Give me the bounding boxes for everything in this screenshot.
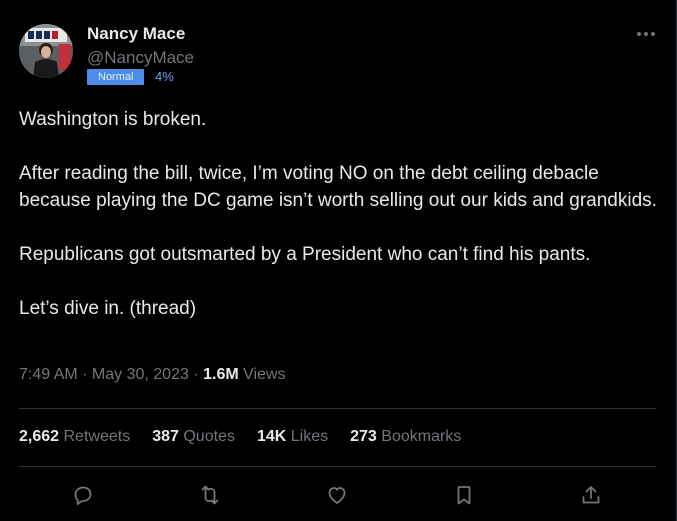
quotes-count: 387 (152, 428, 179, 445)
bookmarks-count: 273 (350, 428, 377, 445)
retweet-icon (201, 485, 219, 505)
divider (19, 466, 656, 467)
meta-separator: · (77, 366, 92, 383)
divider (19, 408, 656, 409)
bookmarks-stat[interactable]: 273 Bookmarks (350, 428, 461, 446)
likes-stat[interactable]: 14K Likes (257, 428, 328, 446)
engagement-stats: 2,662 Retweets 387 Quotes 14K Likes 273 … (19, 426, 483, 448)
tweet-paragraph: Republicans got outsmarted by a Presiden… (19, 244, 591, 265)
status-badge: Normal (87, 69, 145, 85)
tweet-paragraph: Washington is broken. (19, 109, 207, 130)
tweet-paragraph: Let’s dive in. (thread) (19, 298, 197, 319)
share-button[interactable] (576, 480, 606, 510)
quotes-label: Quotes (183, 428, 235, 445)
bookmark-icon (457, 486, 471, 505)
heart-icon (328, 487, 346, 504)
likes-count: 14K (256, 428, 287, 445)
share-upload-icon (582, 486, 600, 504)
bookmarks-label: Bookmarks (381, 428, 462, 445)
avatar-photo (19, 24, 73, 78)
tweet-text: Washington is broken. After reading the … (19, 106, 659, 322)
quotes-stat[interactable]: 387 Quotes (152, 428, 235, 446)
retweets-label: Retweets (63, 428, 131, 445)
percent-label: 4% (155, 69, 174, 84)
action-bar (0, 480, 677, 510)
views-count: 1.6M (203, 366, 239, 383)
author-name[interactable]: Nancy Mace (87, 24, 185, 44)
meta-separator: · (188, 366, 204, 383)
reply-button[interactable] (68, 480, 98, 510)
retweets-stat[interactable]: 2,662 Retweets (19, 428, 130, 446)
tweet-meta: 7:49 AM · May 30, 2023 · 1.6M Views (19, 366, 286, 384)
more-options-button[interactable] (634, 22, 658, 46)
like-button[interactable] (322, 480, 352, 510)
more-horizontal-icon (637, 32, 655, 36)
views-label: Views (243, 366, 286, 383)
likes-label: Likes (290, 428, 329, 445)
reply-bubble-icon (74, 486, 92, 505)
avatar[interactable] (19, 24, 73, 78)
tweet-time[interactable]: 7:49 AM (19, 366, 78, 383)
tweet-date[interactable]: May 30, 2023 (92, 366, 189, 383)
tweet-paragraph: After reading the bill, twice, I’m votin… (19, 163, 657, 211)
author-handle[interactable]: @NancyMace (87, 48, 194, 68)
tweet-card: Nancy Mace @NancyMace Normal 4% Washingt… (0, 0, 677, 521)
bookmark-button[interactable] (449, 480, 479, 510)
retweet-button[interactable] (195, 480, 225, 510)
retweets-count: 2,662 (19, 428, 60, 445)
